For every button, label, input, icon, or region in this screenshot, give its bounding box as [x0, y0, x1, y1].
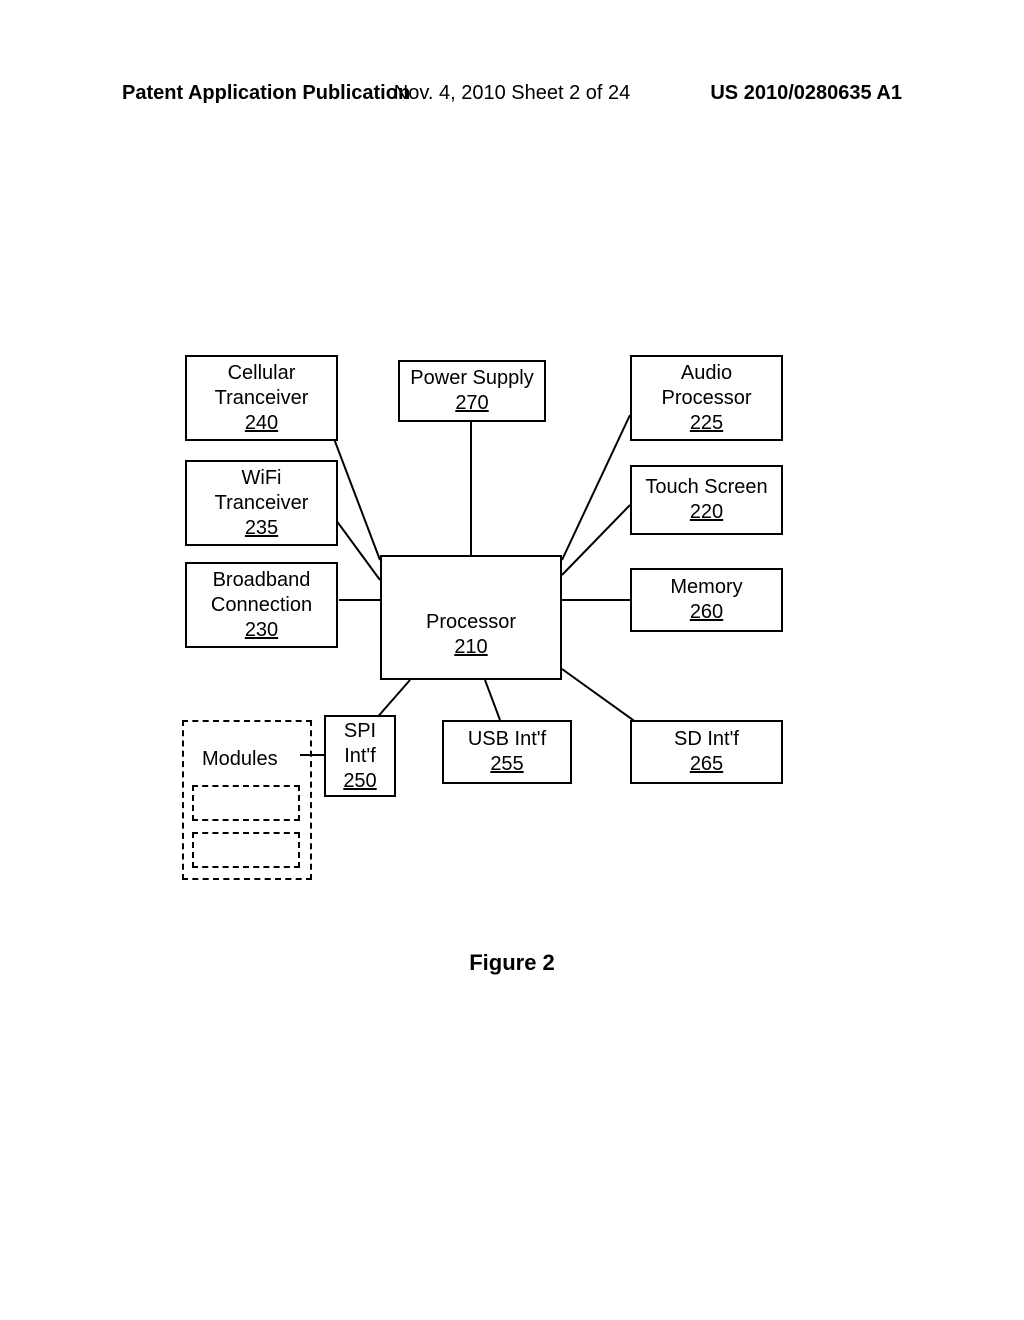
- sd-ref: 265: [690, 752, 723, 777]
- touchscreen-ref: 220: [690, 500, 723, 525]
- sd-label: SD Int'f: [674, 727, 739, 752]
- touchscreen-label: Touch Screen: [645, 475, 767, 500]
- sd-interface-block: SD Int'f 265: [630, 720, 783, 784]
- audio-label-1: Audio: [681, 361, 732, 386]
- processor-label: Processor: [426, 610, 516, 635]
- processor-block: Processor 210: [380, 555, 562, 680]
- broadband-ref: 230: [245, 618, 278, 643]
- audio-ref: 225: [690, 411, 723, 436]
- wifi-ref: 235: [245, 516, 278, 541]
- broadband-label-1: Broadband: [213, 568, 311, 593]
- usb-ref: 255: [490, 752, 523, 777]
- cellular-label-1: Cellular: [228, 361, 296, 386]
- spi-label-2: Int'f: [344, 744, 376, 769]
- cellular-transceiver-block: Cellular Tranceiver 240: [185, 355, 338, 441]
- usb-label: USB Int'f: [468, 727, 546, 752]
- cellular-label-2: Tranceiver: [215, 386, 309, 411]
- modules-slot-2: [192, 832, 300, 868]
- spi-ref: 250: [343, 769, 376, 794]
- processor-ref: 210: [454, 635, 487, 660]
- wifi-label-2: Tranceiver: [215, 491, 309, 516]
- touch-screen-block: Touch Screen 220: [630, 465, 783, 535]
- power-ref: 270: [455, 391, 488, 416]
- memory-block: Memory 260: [630, 568, 783, 632]
- power-supply-block: Power Supply 270: [398, 360, 546, 422]
- memory-ref: 260: [690, 600, 723, 625]
- spi-label-1: SPI: [344, 719, 376, 744]
- audio-label-2: Processor: [661, 386, 751, 411]
- modules-slot-1: [192, 785, 300, 821]
- wifi-label-1: WiFi: [242, 466, 282, 491]
- modules-label: Modules: [202, 748, 278, 771]
- audio-processor-block: Audio Processor 225: [630, 355, 783, 441]
- usb-interface-block: USB Int'f 255: [442, 720, 572, 784]
- spi-interface-block: SPI Int'f 250: [324, 715, 396, 797]
- broadband-connection-block: Broadband Connection 230: [185, 562, 338, 648]
- cellular-ref: 240: [245, 411, 278, 436]
- power-label: Power Supply: [410, 366, 533, 391]
- wifi-transceiver-block: WiFi Tranceiver 235: [185, 460, 338, 546]
- broadband-label-2: Connection: [211, 593, 312, 618]
- memory-label: Memory: [670, 575, 742, 600]
- figure-caption: Figure 2: [469, 950, 555, 976]
